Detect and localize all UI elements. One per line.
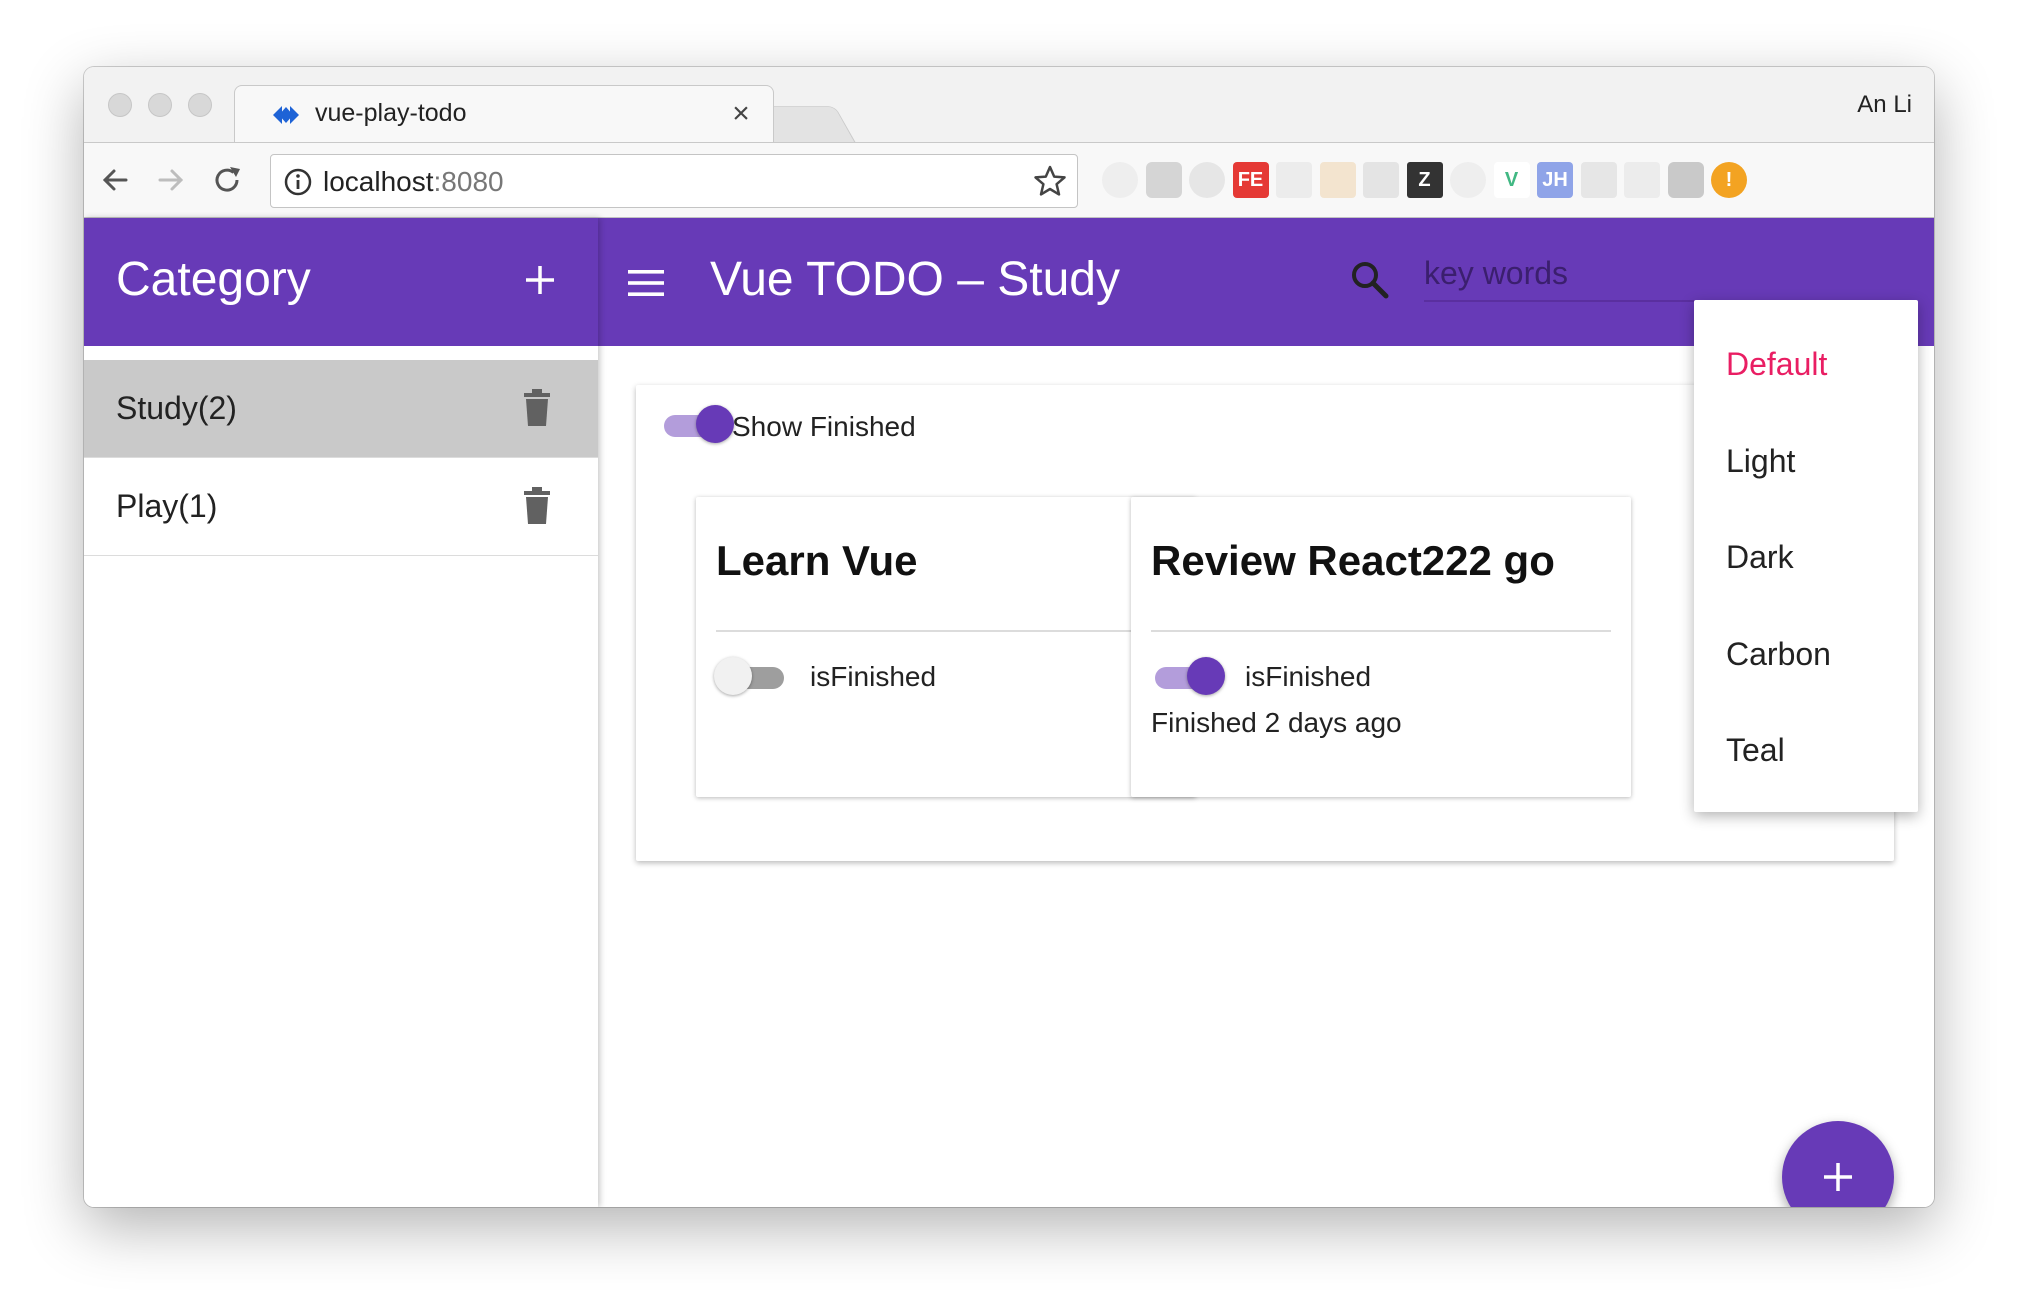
theme-option[interactable]: Teal	[1726, 732, 1785, 769]
extension-2-icon[interactable]	[1145, 162, 1182, 198]
extension-5-icon[interactable]	[1276, 162, 1312, 198]
todo-title: Learn Vue	[716, 537, 918, 584]
theme-option[interactable]: Carbon	[1726, 636, 1831, 673]
category-label: Study(2)	[116, 390, 237, 426]
category-label: Play(1)	[116, 488, 218, 524]
close-window-button[interactable]	[108, 93, 132, 117]
add-category-icon[interactable]	[520, 260, 560, 300]
add-todo-button[interactable]	[1782, 1121, 1894, 1207]
extension-14-icon[interactable]	[1667, 162, 1704, 198]
favicon-icon	[273, 106, 299, 124]
theme-option[interactable]: Default	[1726, 346, 1827, 383]
show-finished-toggle[interactable]	[658, 405, 734, 443]
warning-extension-icon[interactable]: !	[1711, 162, 1747, 198]
todo-card: Review React222 go isFinished Finished 2 d…	[1131, 497, 1631, 797]
toggle-thumb	[696, 405, 734, 443]
forward-arrow-icon[interactable]	[152, 161, 190, 199]
todo-divider	[1151, 630, 1611, 632]
tab-close-icon[interactable]: ×	[723, 94, 759, 134]
address-bar[interactable]: localhost:8080	[270, 154, 1078, 208]
toggle-thumb	[714, 657, 752, 695]
fe-extension-icon[interactable]: FE	[1232, 162, 1269, 198]
toggle-thumb	[1187, 657, 1225, 695]
maximize-window-button[interactable]	[188, 93, 212, 117]
theme-menu: Default Light Dark Carbon Teal	[1694, 300, 1918, 812]
extension-13-icon[interactable]	[1624, 162, 1660, 198]
is-finished-toggle[interactable]	[1149, 657, 1225, 695]
todo-divider	[716, 630, 1176, 632]
extension-9-icon[interactable]	[1450, 162, 1486, 198]
sidebar-header: Category	[84, 218, 598, 346]
add-icon	[1824, 1163, 1852, 1191]
jh-extension-icon[interactable]: JH	[1537, 162, 1573, 198]
browser-toolbar: localhost:8080 FE Z V JH!	[84, 142, 1934, 218]
browser-tab[interactable]: vue-play-todo ×	[234, 85, 774, 143]
profile-name[interactable]: An Li	[1857, 91, 1912, 119]
extension-6-icon[interactable]	[1319, 162, 1356, 198]
is-finished-label: isFinished	[810, 661, 937, 692]
react-devtools-icon[interactable]	[1363, 162, 1399, 198]
browser-titlebar: vue-play-todo × An Li	[84, 67, 1934, 144]
page-title: Vue TODO – Study	[710, 253, 1120, 306]
finished-time: Finished 2 days ago	[1151, 707, 1402, 738]
bookmark-star-icon[interactable]	[1033, 164, 1067, 198]
extension-12-icon[interactable]	[1580, 162, 1617, 198]
is-finished-label: isFinished	[1245, 661, 1372, 692]
todo-app: Category Study(2) Play(1) Vue TODO – Stud…	[84, 218, 1934, 1207]
tab-title: vue-play-todo	[315, 99, 467, 127]
info-icon[interactable]	[283, 167, 313, 197]
minimize-window-button[interactable]	[148, 93, 172, 117]
search-icon[interactable]	[1348, 258, 1392, 302]
back-arrow-icon[interactable]	[96, 161, 134, 199]
show-finished-label: Show Finished	[732, 411, 916, 442]
theme-option[interactable]: Light	[1726, 443, 1795, 480]
search-input[interactable]	[1424, 246, 1824, 302]
trash-icon[interactable]	[522, 388, 552, 428]
sidebar-title: Category	[116, 253, 311, 306]
theme-option[interactable]: Dark	[1726, 539, 1794, 576]
z-extension-icon[interactable]: Z	[1406, 162, 1443, 198]
trash-icon[interactable]	[522, 486, 552, 526]
extension-3-icon[interactable]	[1189, 162, 1225, 198]
reload-icon[interactable]	[208, 161, 246, 199]
menu-icon[interactable]	[626, 268, 666, 298]
url-text: localhost:8080	[323, 166, 504, 197]
extension-1-icon[interactable]	[1102, 162, 1138, 198]
todo-card: Learn Vue isFinished	[696, 497, 1196, 797]
is-finished-toggle[interactable]	[714, 657, 790, 695]
category-sidebar: Category Study(2) Play(1)	[84, 218, 598, 1207]
category-item[interactable]: Play(1)	[84, 458, 598, 556]
browser-window: vue-play-todo × An Li localhost:8080 FE …	[84, 67, 1934, 1207]
category-item[interactable]: Study(2)	[84, 360, 598, 458]
todo-title: Review React222 go	[1151, 537, 1555, 584]
vue-devtools-icon[interactable]: V	[1493, 162, 1530, 198]
